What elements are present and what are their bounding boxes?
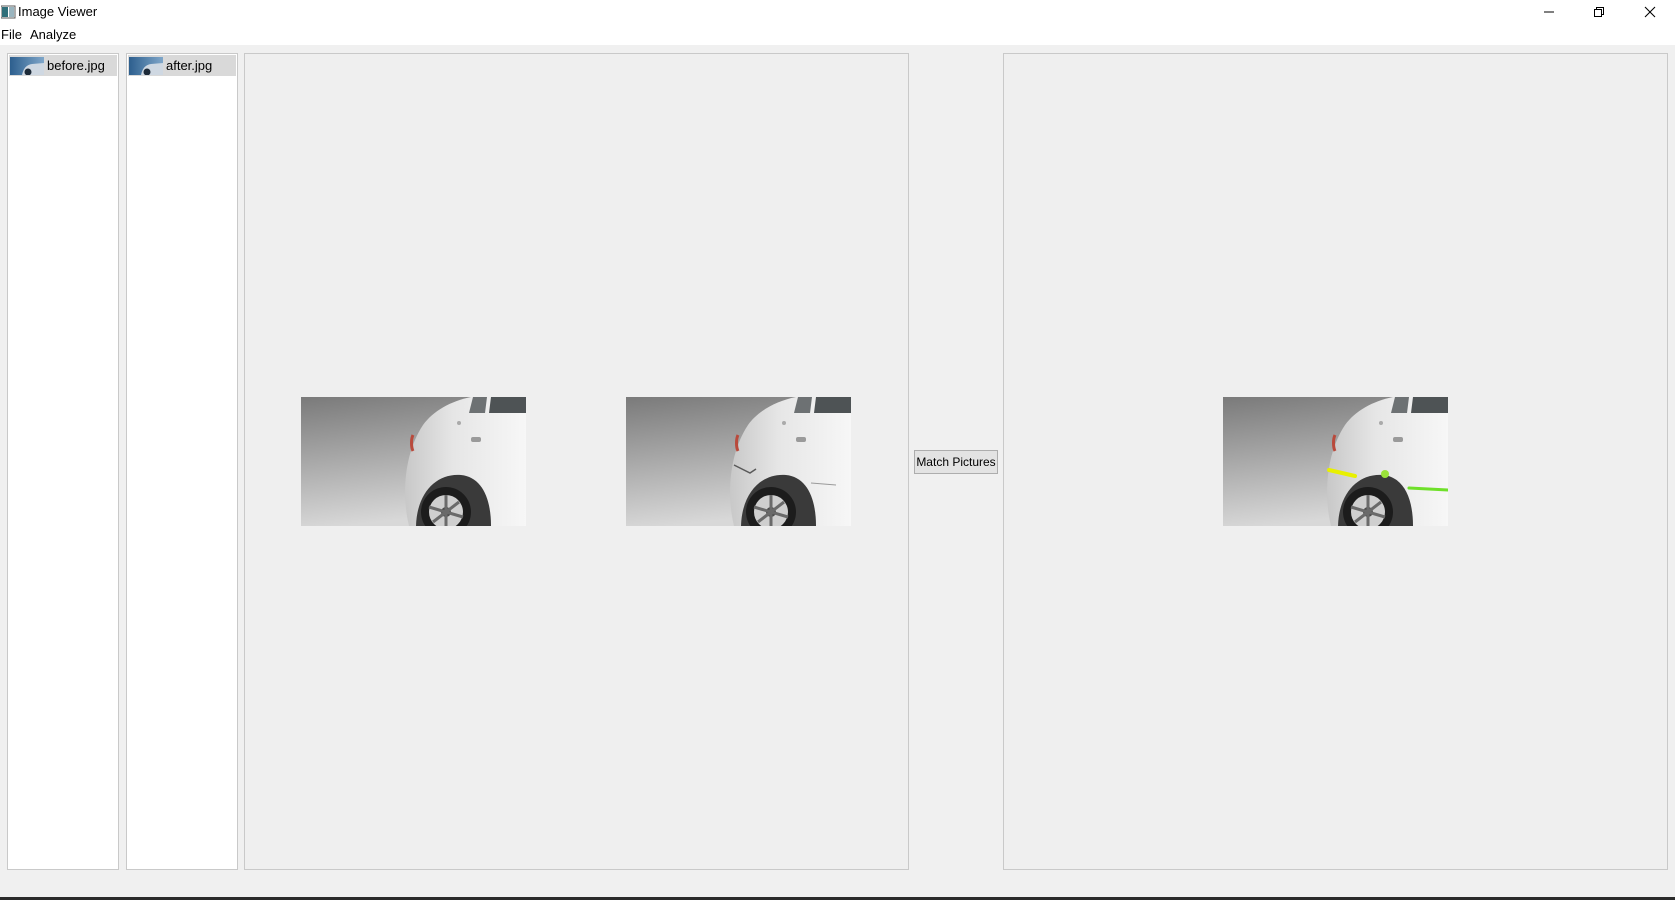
restore-button[interactable]: [1574, 0, 1624, 24]
image-thumbnail-icon: [129, 56, 163, 75]
list-item-before[interactable]: before.jpg: [9, 55, 117, 76]
list-item-label: before.jpg: [47, 57, 105, 73]
image-viewer-window: Image Viewer File Analyze before.jpg aft…: [0, 0, 1675, 900]
before-image: [301, 397, 526, 526]
close-button[interactable]: [1625, 0, 1675, 24]
menu-bar: File Analyze: [0, 24, 1675, 45]
result-panel: [1003, 53, 1668, 870]
difference-highlight-dot: [1381, 470, 1389, 478]
window-title: Image Viewer: [18, 4, 98, 19]
result-image: [1223, 397, 1448, 526]
before-image-list[interactable]: before.jpg: [7, 53, 119, 870]
minimize-button[interactable]: [1524, 0, 1574, 24]
title-bar: Image Viewer: [0, 0, 1675, 24]
menu-analyze[interactable]: Analyze: [29, 25, 79, 44]
image-thumbnail-icon: [10, 56, 44, 75]
after-image-list[interactable]: after.jpg: [126, 53, 238, 870]
restore-icon: [1594, 7, 1604, 17]
app-icon: [1, 5, 16, 19]
close-icon: [1644, 6, 1656, 18]
list-item-after[interactable]: after.jpg: [128, 55, 236, 76]
minimize-icon: [1544, 11, 1554, 13]
after-image: [626, 397, 851, 526]
difference-highlight-green: [1407, 486, 1448, 492]
list-item-label: after.jpg: [166, 57, 213, 73]
match-pictures-button[interactable]: Match Pictures: [914, 450, 998, 474]
menu-file[interactable]: File: [0, 25, 25, 44]
compare-panel: [244, 53, 909, 870]
